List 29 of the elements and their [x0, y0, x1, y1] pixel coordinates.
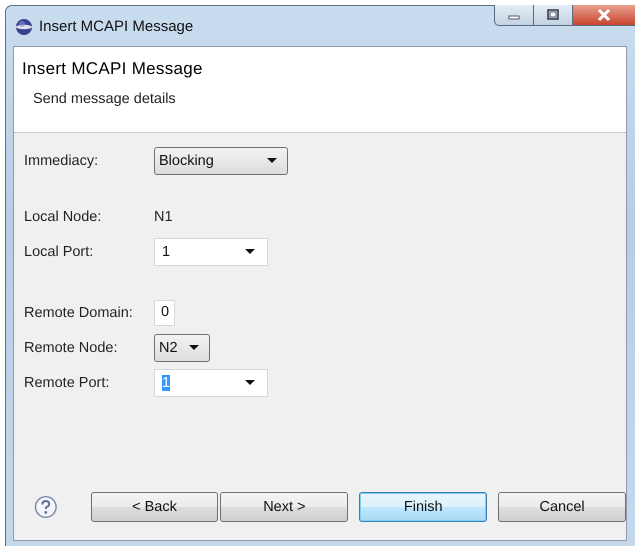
page-title: Insert MCAPI Message	[22, 59, 204, 79]
combo-box[interactable]: Blocking	[154, 147, 288, 175]
field-label: Local Node:	[24, 209, 102, 225]
minimize-button[interactable]	[494, 5, 534, 26]
field-label: Local Port:	[24, 244, 94, 260]
caret-icon	[189, 345, 199, 351]
maximize-icon	[546, 9, 560, 21]
close-button[interactable]	[572, 5, 635, 26]
combo-box[interactable]: N2	[154, 334, 210, 362]
dropdown-field[interactable]: 1	[154, 238, 268, 266]
dialog-button[interactable]: < Back	[90, 492, 218, 522]
page-description: Send message details	[33, 91, 177, 107]
close-icon	[596, 8, 612, 22]
window-title: Insert MCAPI Message	[39, 18, 194, 34]
help-icon[interactable]	[34, 495, 58, 519]
field-label: Remote Domain:	[24, 305, 134, 321]
dialog-button[interactable]: Next >	[220, 492, 348, 522]
input-field[interactable]: 0	[154, 300, 176, 326]
field-value: N1	[154, 209, 173, 225]
caret-icon	[267, 158, 277, 164]
dialog-button[interactable]: Finish	[359, 492, 488, 522]
maximize-button[interactable]	[533, 5, 573, 26]
globe-icon	[15, 18, 33, 36]
dialog-button[interactable]: Cancel	[498, 492, 626, 522]
field-label: Remote Node:	[24, 340, 118, 356]
field-label: Immediacy:	[24, 153, 100, 169]
caret-icon	[245, 380, 255, 386]
caret-icon	[245, 249, 255, 255]
field-label: Remote Port:	[24, 375, 110, 391]
